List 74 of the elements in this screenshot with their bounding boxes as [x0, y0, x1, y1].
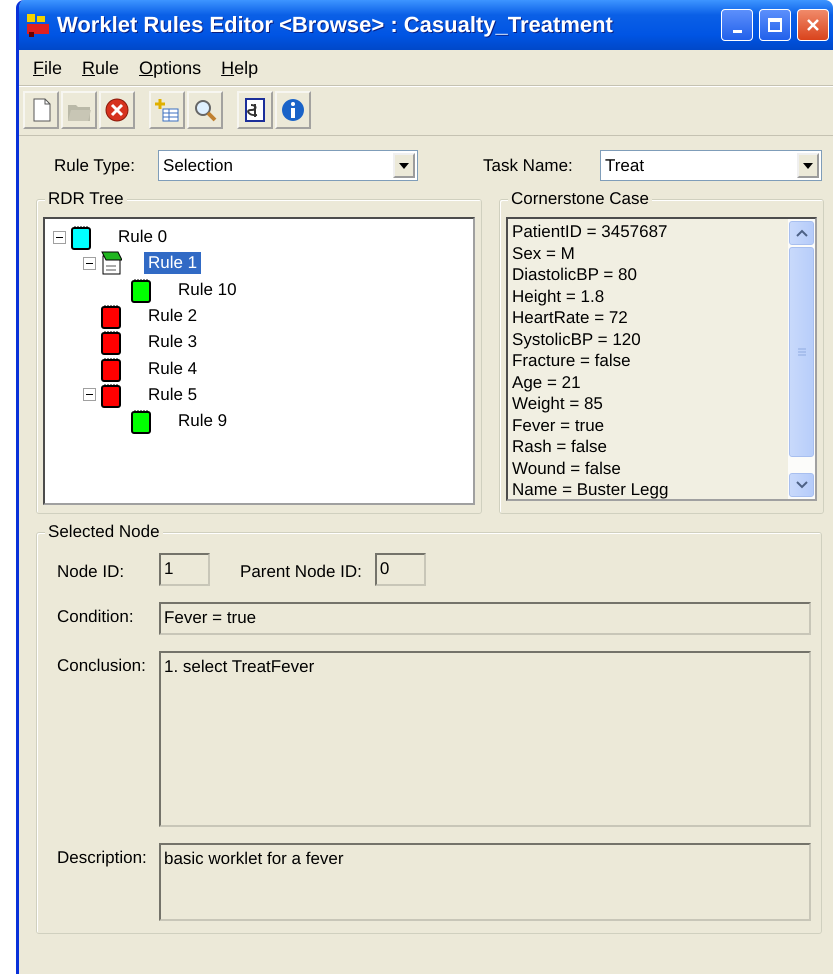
expand-toggle[interactable]	[83, 256, 96, 270]
task-name-dropdown[interactable]: Treat	[600, 150, 822, 181]
maximize-button[interactable]	[759, 9, 791, 41]
toolbar-button[interactable]	[275, 91, 311, 129]
list-item: Sex = M	[512, 242, 576, 264]
field-label: Node ID:	[57, 561, 126, 582]
list-item: Wound = false	[512, 458, 622, 479]
combo-value: Selection	[163, 156, 233, 176]
rule-node-icon	[100, 303, 122, 330]
field-label: Description:	[57, 847, 148, 868]
description-field[interactable]: basic worklet for a fever	[159, 843, 811, 921]
tree-item[interactable]: Rule 1	[144, 252, 202, 274]
field-label: Condition:	[57, 606, 135, 627]
conclusion-field[interactable]: 1. select TreatFever	[159, 651, 811, 827]
rule-node-icon	[130, 276, 152, 303]
node-id-field[interactable]: 1	[159, 553, 210, 586]
list-item: Height = 1.8	[512, 286, 606, 307]
add-table-icon	[153, 96, 181, 124]
menu-item[interactable]: Help	[213, 56, 266, 81]
menu-item[interactable]: Options	[131, 56, 210, 81]
field-label: Rule Type:	[54, 156, 136, 176]
chevron-down-icon	[796, 481, 808, 489]
tree-item[interactable]: Rule 9	[174, 410, 232, 432]
list-item: Rash = false	[512, 436, 608, 458]
chevron-up-icon	[796, 229, 808, 237]
rule-node-icon	[100, 382, 122, 408]
tree-item[interactable]: Rule 2	[144, 305, 202, 328]
list-item: Weight = 85	[512, 393, 604, 414]
tree-item[interactable]: Rule 3	[144, 331, 202, 354]
tree-item[interactable]: Rule 10	[174, 278, 241, 301]
maximize-icon	[767, 17, 783, 33]
list-item: DiastolicBP = 80	[512, 264, 638, 286]
menu-item[interactable]: File	[25, 56, 70, 81]
list-item: SystolicBP = 120	[512, 328, 642, 350]
list-item: HeartRate = 72	[512, 307, 629, 328]
rule-node-icon	[100, 329, 122, 356]
rule-node-icon	[100, 356, 122, 382]
condition-field[interactable]: Fever = true	[159, 602, 811, 635]
tree-item[interactable]: Rule 4	[144, 358, 202, 380]
window-title: Worklet Rules Editor <Browse> : Casualty_Treatment	[57, 12, 614, 38]
expand-toggle[interactable]	[53, 230, 66, 244]
list-item: Fever = true	[512, 414, 606, 436]
dropdown-arrow-icon	[399, 162, 409, 168]
dropdown-arrow-icon	[803, 162, 813, 168]
menu-item[interactable]: Rule	[74, 56, 128, 81]
toolbar-button[interactable]	[23, 91, 59, 129]
parent-node-id-field[interactable]: 0	[374, 553, 426, 586]
rule-node-icon	[70, 224, 92, 250]
toolbar-button[interactable]	[237, 91, 273, 129]
app-icon	[25, 12, 51, 38]
rule-node-icon	[130, 408, 152, 434]
list-item: Name = Buster Legg	[512, 479, 670, 500]
scroll-up-button[interactable]	[789, 221, 814, 245]
toolbar-button[interactable]	[99, 91, 135, 129]
scroll-down-button[interactable]	[789, 473, 814, 497]
list-item: PatientID = 3457687	[512, 221, 668, 242]
info-icon	[279, 96, 307, 124]
field-label: Parent Node ID:	[240, 561, 362, 582]
close-button[interactable]	[797, 9, 829, 41]
list-item: Fracture = false	[512, 350, 632, 372]
combo-value: Treat	[605, 156, 644, 176]
rule-type-dropdown[interactable]: Selection	[158, 150, 418, 181]
close-icon	[103, 96, 131, 124]
document-icon	[100, 250, 122, 276]
tree-item[interactable]: Rule 0	[114, 226, 172, 248]
close-icon	[805, 17, 821, 33]
scroll-thumb[interactable]	[789, 247, 814, 457]
field-label: Task Name:	[483, 156, 574, 176]
list-item: Age = 21	[512, 372, 582, 393]
minimize-icon	[732, 30, 742, 33]
tree-item[interactable]: Rule 5	[144, 384, 202, 406]
expand-toggle[interactable]	[83, 388, 96, 402]
field-label: Conclusion:	[57, 655, 147, 676]
minimize-button[interactable]	[721, 9, 753, 41]
